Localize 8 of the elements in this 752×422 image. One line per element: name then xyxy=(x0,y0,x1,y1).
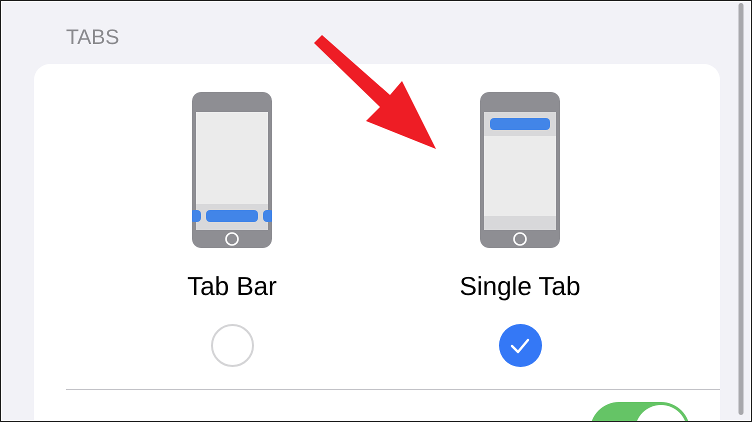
phone-icon xyxy=(192,92,272,248)
option-label: Single Tab xyxy=(460,270,580,302)
radio-button[interactable] xyxy=(498,324,542,367)
radio-button[interactable] xyxy=(210,324,254,367)
checkmark-icon xyxy=(510,338,530,354)
option-label: Tab Bar xyxy=(187,270,277,302)
section-header: TABS xyxy=(66,25,120,51)
phone-icon xyxy=(480,92,560,248)
